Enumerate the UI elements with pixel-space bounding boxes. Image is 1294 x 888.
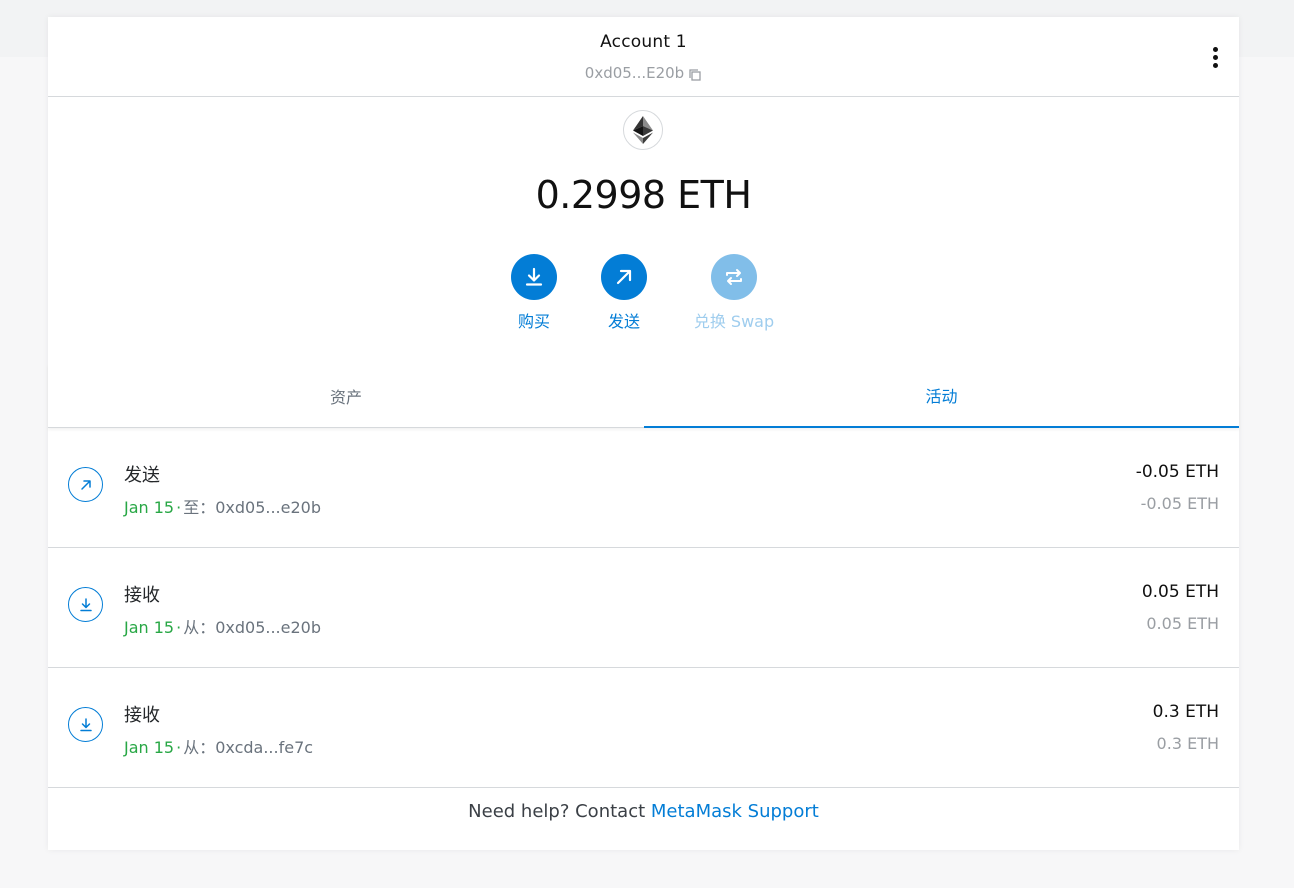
transaction-subtitle: Jan 15 · 从：0xcda...fe7c [124, 734, 313, 758]
help-text: Need help? Contact MetaMask Support [48, 801, 1239, 822]
transaction-amount: 0.3 ETH [1152, 702, 1219, 722]
account-options-button[interactable] [1207, 45, 1223, 69]
transaction-date: Jan 15 [124, 738, 175, 757]
separator-dot: · [176, 498, 182, 517]
tab-activity[interactable]: 活动 [644, 364, 1239, 428]
tab-bar: 资产 活动 [48, 364, 1239, 428]
ethereum-icon [623, 110, 663, 150]
transaction-secondary-amount: 0.3 ETH [1156, 734, 1219, 753]
account-address-button[interactable]: 0xd05...E20b [48, 64, 1239, 82]
transaction-address: 0xcda...fe7c [215, 738, 314, 757]
wallet-actions: 购买 发送 兑换 Swap [48, 254, 1239, 334]
menu-dot [1212, 54, 1218, 60]
transaction-secondary-amount: -0.05 ETH [1140, 494, 1219, 513]
transaction-row[interactable]: 接收 Jan 15 · 从：0xd05...e20b 0.05 ETH 0.05 E… [48, 548, 1239, 668]
transaction-subtitle: Jan 15 · 至：0xd05...e20b [124, 494, 321, 518]
menu-dot [1212, 62, 1218, 68]
send-arrow-icon [601, 254, 647, 300]
transaction-title: 发送 [124, 465, 160, 486]
account-name[interactable]: Account 1 [48, 32, 1239, 52]
support-link[interactable]: MetaMask Support [651, 801, 819, 822]
transaction-address: 0xd05...e20b [215, 498, 321, 517]
transaction-amount: 0.05 ETH [1141, 582, 1219, 602]
separator-dot: · [176, 738, 182, 757]
transaction-row[interactable]: 接收 Jan 15 · 从：0xcda...fe7c 0.3 ETH 0.3 ETH [48, 668, 1239, 788]
transaction-title: 接收 [124, 585, 160, 606]
swap-label: 兑换 Swap [693, 312, 775, 331]
help-prefix: Need help? Contact [468, 801, 651, 822]
buy-label: 购买 [517, 312, 550, 331]
transaction-direction: 从： [183, 618, 216, 637]
transaction-subtitle: Jan 15 · 从：0xd05...e20b [124, 614, 321, 638]
transaction-secondary-amount: 0.05 ETH [1146, 614, 1219, 633]
eth-balance: 0.2998 ETH [535, 173, 752, 217]
wallet-card: Account 1 0xd05...E20b 0.2998 ETH 购买 发送 … [48, 17, 1239, 850]
separator-dot: · [176, 618, 182, 637]
send-label: 发送 [607, 312, 640, 331]
account-header: Account 1 0xd05...E20b [48, 17, 1239, 97]
download-icon [511, 254, 557, 300]
swap-icon [711, 254, 757, 300]
account-address: 0xd05...E20b [584, 64, 685, 82]
transaction-list: 发送 Jan 15 · 至：0xd05...e20b -0.05 ETH -0.05… [48, 428, 1239, 788]
buy-button[interactable]: 购买 [511, 254, 557, 332]
transaction-direction: 至： [183, 498, 216, 517]
tab-assets[interactable]: 资产 [48, 364, 644, 428]
transaction-direction: 从： [183, 738, 216, 757]
swap-button[interactable]: 兑换 Swap [691, 254, 777, 332]
transaction-date: Jan 15 [124, 618, 175, 637]
copy-icon [689, 69, 701, 81]
transaction-address: 0xd05...e20b [215, 618, 321, 637]
receive-icon [68, 587, 103, 622]
transaction-title: 接收 [124, 705, 160, 726]
menu-dot [1212, 46, 1218, 52]
transaction-amount: -0.05 ETH [1135, 462, 1219, 482]
send-button[interactable]: 发送 [601, 254, 647, 332]
send-arrow-icon [68, 467, 103, 502]
receive-icon [68, 707, 103, 742]
transaction-date: Jan 15 [124, 498, 175, 517]
transaction-row[interactable]: 发送 Jan 15 · 至：0xd05...e20b -0.05 ETH -0.05… [48, 428, 1239, 548]
